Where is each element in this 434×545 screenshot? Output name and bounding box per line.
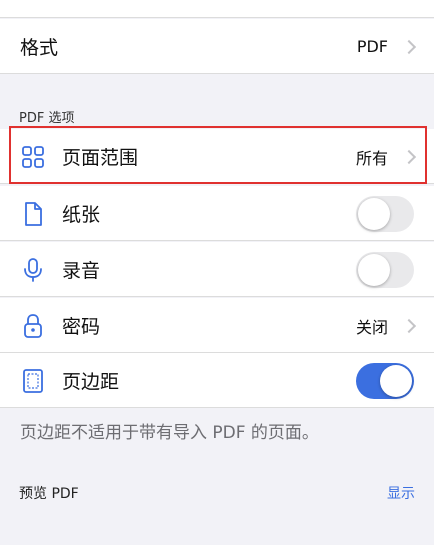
page-range-row[interactable]: 页面范围 所有 <box>0 129 434 184</box>
preview-show-link[interactable]: 显示 <box>387 483 415 503</box>
password-label: 密码 <box>62 316 101 338</box>
format-value: PDF <box>356 37 388 56</box>
microphone-icon <box>21 257 45 283</box>
password-row[interactable]: 密码 关闭 <box>0 298 434 353</box>
page-range-value: 所有 <box>355 148 388 168</box>
audio-toggle[interactable] <box>356 251 414 288</box>
password-value: 关闭 <box>355 317 388 337</box>
pdf-options-header: PDF 选项 <box>19 111 75 126</box>
top-panel-edge <box>0 0 434 18</box>
paper-toggle[interactable] <box>356 195 414 232</box>
lock-icon <box>21 313 45 339</box>
toggle-knob <box>358 197 390 230</box>
preview-title: 预览 PDF <box>19 486 79 502</box>
toggle-knob <box>380 364 412 397</box>
margins-toggle[interactable] <box>356 362 414 399</box>
document-icon <box>21 201 45 227</box>
audio-label: 录音 <box>62 260 101 282</box>
margins-row: 页边距 <box>0 353 434 408</box>
paper-row: 纸张 <box>0 186 434 241</box>
margins-note: 页边距不适用于带有导入 PDF 的页面。 <box>20 423 319 443</box>
preview-row: 预览 PDF 显示 <box>0 465 434 545</box>
page-range-label: 页面范围 <box>62 147 139 169</box>
audio-row: 录音 <box>0 242 434 297</box>
toggle-knob <box>358 253 390 286</box>
format-label: 格式 <box>20 37 59 59</box>
format-row[interactable]: 格式 PDF <box>0 19 434 74</box>
chevron-right-icon <box>401 318 417 333</box>
chevron-right-icon <box>401 149 417 164</box>
chevron-right-icon <box>401 39 417 54</box>
margins-label: 页边距 <box>62 371 120 393</box>
paper-label: 纸张 <box>62 204 101 226</box>
page-margin-icon <box>21 368 45 394</box>
grid-icon <box>21 144 45 170</box>
